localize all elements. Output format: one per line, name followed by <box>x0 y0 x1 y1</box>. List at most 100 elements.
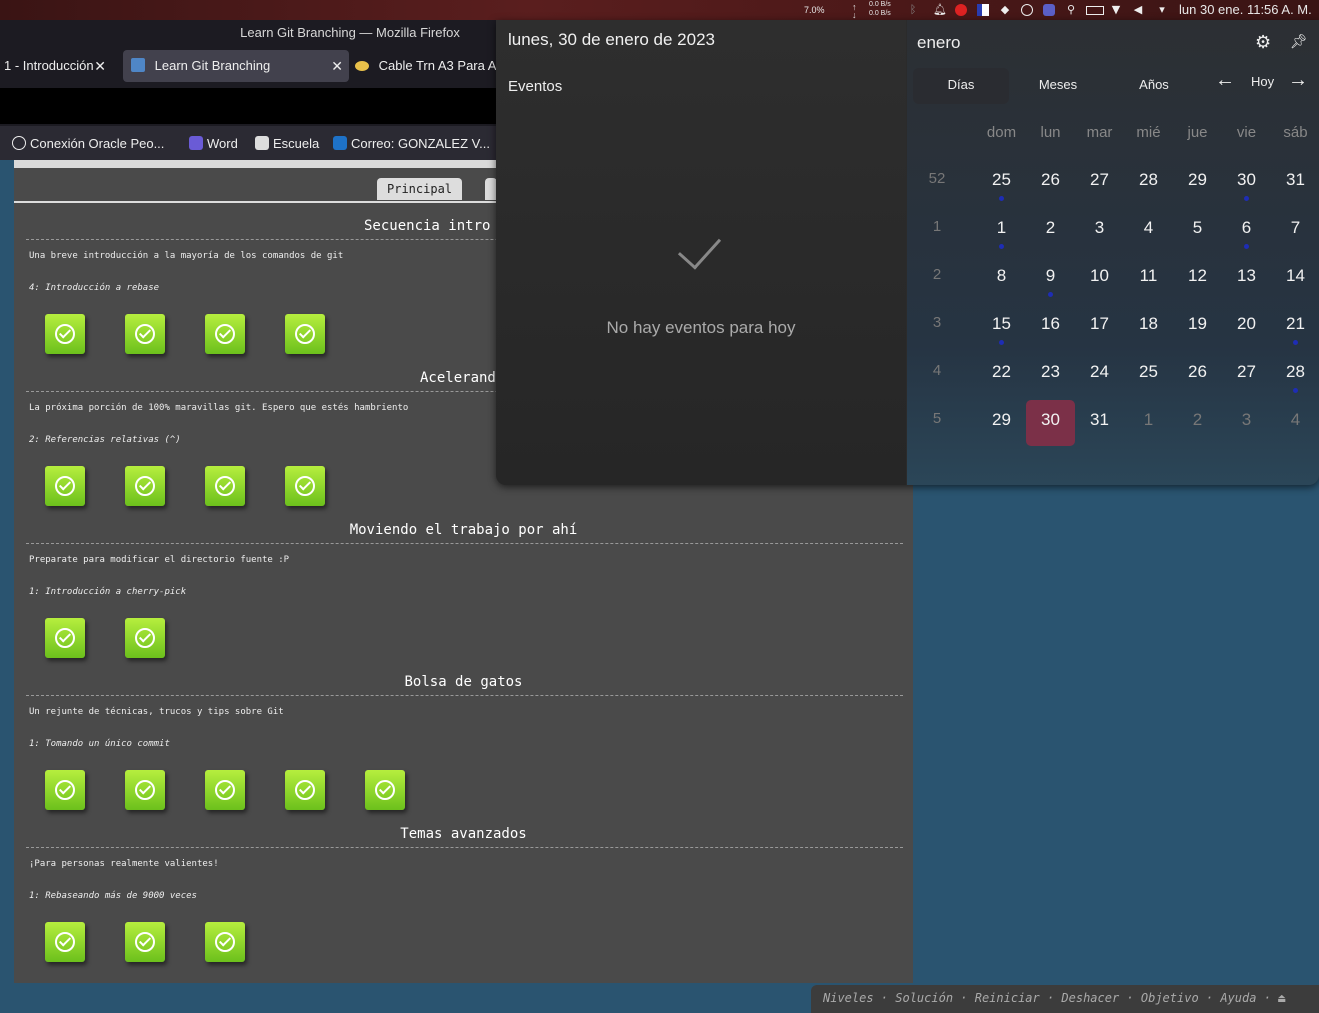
day-cell[interactable]: 5 <box>1173 208 1222 254</box>
close-icon[interactable]: ✕ <box>331 50 343 82</box>
app-tray-red-icon[interactable] <box>955 4 967 16</box>
day-cell[interactable]: 1 <box>977 208 1026 254</box>
day-cell[interactable]: 11 <box>1124 256 1173 302</box>
gear-icon[interactable]: ⚙ <box>1255 32 1271 53</box>
day-cell[interactable]: 24 <box>1075 352 1124 398</box>
wifi-icon[interactable]: ▼ <box>1110 4 1122 16</box>
level-button[interactable] <box>45 922 85 962</box>
level-button[interactable] <box>205 922 245 962</box>
day-cell[interactable]: 14 <box>1271 256 1319 302</box>
chevron-down-icon[interactable]: ▾ <box>1156 4 1168 16</box>
teams-tray-icon[interactable] <box>1043 4 1055 16</box>
day-cell[interactable]: 3 <box>1222 400 1271 446</box>
shield-tray-icon[interactable]: ◆ <box>999 4 1011 16</box>
day-cell-today[interactable]: 30 <box>1026 400 1075 446</box>
day-cell[interactable]: 6 <box>1222 208 1271 254</box>
day-cell[interactable]: 12 <box>1173 256 1222 302</box>
level-button[interactable] <box>45 314 85 354</box>
bookmark-oracle[interactable]: Conexión Oracle Peo... <box>12 126 164 160</box>
day-cell[interactable]: 13 <box>1222 256 1271 302</box>
day-number: 24 <box>1090 362 1109 381</box>
day-cell[interactable]: 17 <box>1075 304 1124 350</box>
flag-tray-icon[interactable] <box>977 4 989 16</box>
level-button[interactable] <box>125 618 165 658</box>
day-cell[interactable]: 21 <box>1271 304 1319 350</box>
bookmark-correo[interactable]: Correo: GONZALEZ V... <box>333 126 490 160</box>
tab-cable[interactable]: Cable Trn A3 Para A <box>355 50 497 82</box>
bottom-toolbar-links[interactable]: Niveles · Solución · Reiniciar · Deshace… <box>823 991 1285 1005</box>
segment-days[interactable]: Días <box>913 68 1009 104</box>
day-cell[interactable]: 29 <box>1173 160 1222 206</box>
segment-months[interactable]: Meses <box>1010 68 1106 104</box>
day-cell[interactable]: 31 <box>1075 400 1124 446</box>
day-cell[interactable]: 2 <box>1173 400 1222 446</box>
level-button[interactable] <box>125 922 165 962</box>
level-button[interactable] <box>205 314 245 354</box>
day-cell[interactable]: 25 <box>1124 352 1173 398</box>
day-cell[interactable]: 28 <box>1271 352 1319 398</box>
level-button[interactable] <box>45 618 85 658</box>
check-circle-icon <box>135 932 155 952</box>
day-cell[interactable]: 8 <box>977 256 1026 302</box>
level-button[interactable] <box>205 770 245 810</box>
day-cell[interactable]: 4 <box>1271 400 1319 446</box>
bookmark-word[interactable]: Word <box>189 126 238 160</box>
day-cell[interactable]: 9 <box>1026 256 1075 302</box>
level-button[interactable] <box>205 466 245 506</box>
arrow-left-icon[interactable]: ← <box>1215 69 1235 92</box>
day-cell[interactable]: 30 <box>1222 160 1271 206</box>
level-button[interactable] <box>365 770 405 810</box>
day-cell[interactable]: 27 <box>1222 352 1271 398</box>
battery-icon[interactable] <box>1086 6 1104 15</box>
arrow-right-icon[interactable]: → <box>1288 69 1308 92</box>
today-button[interactable]: Hoy <box>1251 74 1274 89</box>
day-cell[interactable]: 3 <box>1075 208 1124 254</box>
day-cell[interactable]: 15 <box>977 304 1026 350</box>
level-button[interactable] <box>45 770 85 810</box>
level-button[interactable] <box>125 466 165 506</box>
tab-learn-git-branching[interactable]: Learn Git Branching ✕ <box>123 50 349 82</box>
bookmark-escuela[interactable]: Escuela <box>255 126 319 160</box>
tab-introduccion[interactable]: 1 - Introducción ✕ <box>4 50 114 82</box>
bluetooth-icon[interactable]: ᛒ <box>907 4 919 16</box>
close-icon[interactable]: ✕ <box>94 50 106 82</box>
day-cell[interactable]: 25 <box>977 160 1026 206</box>
day-cell[interactable]: 1 <box>1124 400 1173 446</box>
clock[interactable]: lun 30 ene. 11:56 A. M. <box>1179 0 1312 20</box>
tab-principal[interactable]: Principal <box>377 178 463 200</box>
volume-icon[interactable]: ◀ <box>1132 4 1144 16</box>
day-cell[interactable]: 4 <box>1124 208 1173 254</box>
day-cell[interactable]: 27 <box>1075 160 1124 206</box>
day-cell[interactable]: 22 <box>977 352 1026 398</box>
level-button[interactable] <box>125 314 165 354</box>
pin-icon[interactable]: 📌︎ <box>1290 33 1308 50</box>
day-cell[interactable]: 28 <box>1124 160 1173 206</box>
section-description: Preparate para modificar el directorio f… <box>29 555 290 565</box>
day-cell[interactable]: 10 <box>1075 256 1124 302</box>
bookmark-label: Conexión Oracle Peo... <box>30 136 165 151</box>
day-cell[interactable]: 16 <box>1026 304 1075 350</box>
day-cell[interactable]: 26 <box>1173 352 1222 398</box>
day-cell[interactable]: 29 <box>977 400 1026 446</box>
weekday-label: vie <box>1236 124 1257 141</box>
level-button[interactable] <box>45 466 85 506</box>
level-button[interactable] <box>285 314 325 354</box>
day-cell[interactable]: 19 <box>1173 304 1222 350</box>
cpu-indicator[interactable]: 7.0% <box>804 0 825 20</box>
day-cell[interactable]: 2 <box>1026 208 1075 254</box>
day-cell[interactable]: 26 <box>1026 160 1075 206</box>
segment-years[interactable]: Años <box>1106 68 1202 104</box>
level-button[interactable] <box>125 770 165 810</box>
pause-tray-icon[interactable] <box>1021 4 1033 16</box>
day-cell[interactable]: 31 <box>1271 160 1319 206</box>
check-circle-icon <box>215 932 235 952</box>
url-bar[interactable] <box>0 88 497 124</box>
day-cell[interactable]: 23 <box>1026 352 1075 398</box>
paperclip-icon[interactable]: ⚲ <box>1065 4 1077 16</box>
notification-bell-icon[interactable]: 🔔︎ <box>933 4 947 16</box>
day-cell[interactable]: 7 <box>1271 208 1319 254</box>
level-button[interactable] <box>285 466 325 506</box>
day-cell[interactable]: 20 <box>1222 304 1271 350</box>
level-button[interactable] <box>285 770 325 810</box>
day-cell[interactable]: 18 <box>1124 304 1173 350</box>
